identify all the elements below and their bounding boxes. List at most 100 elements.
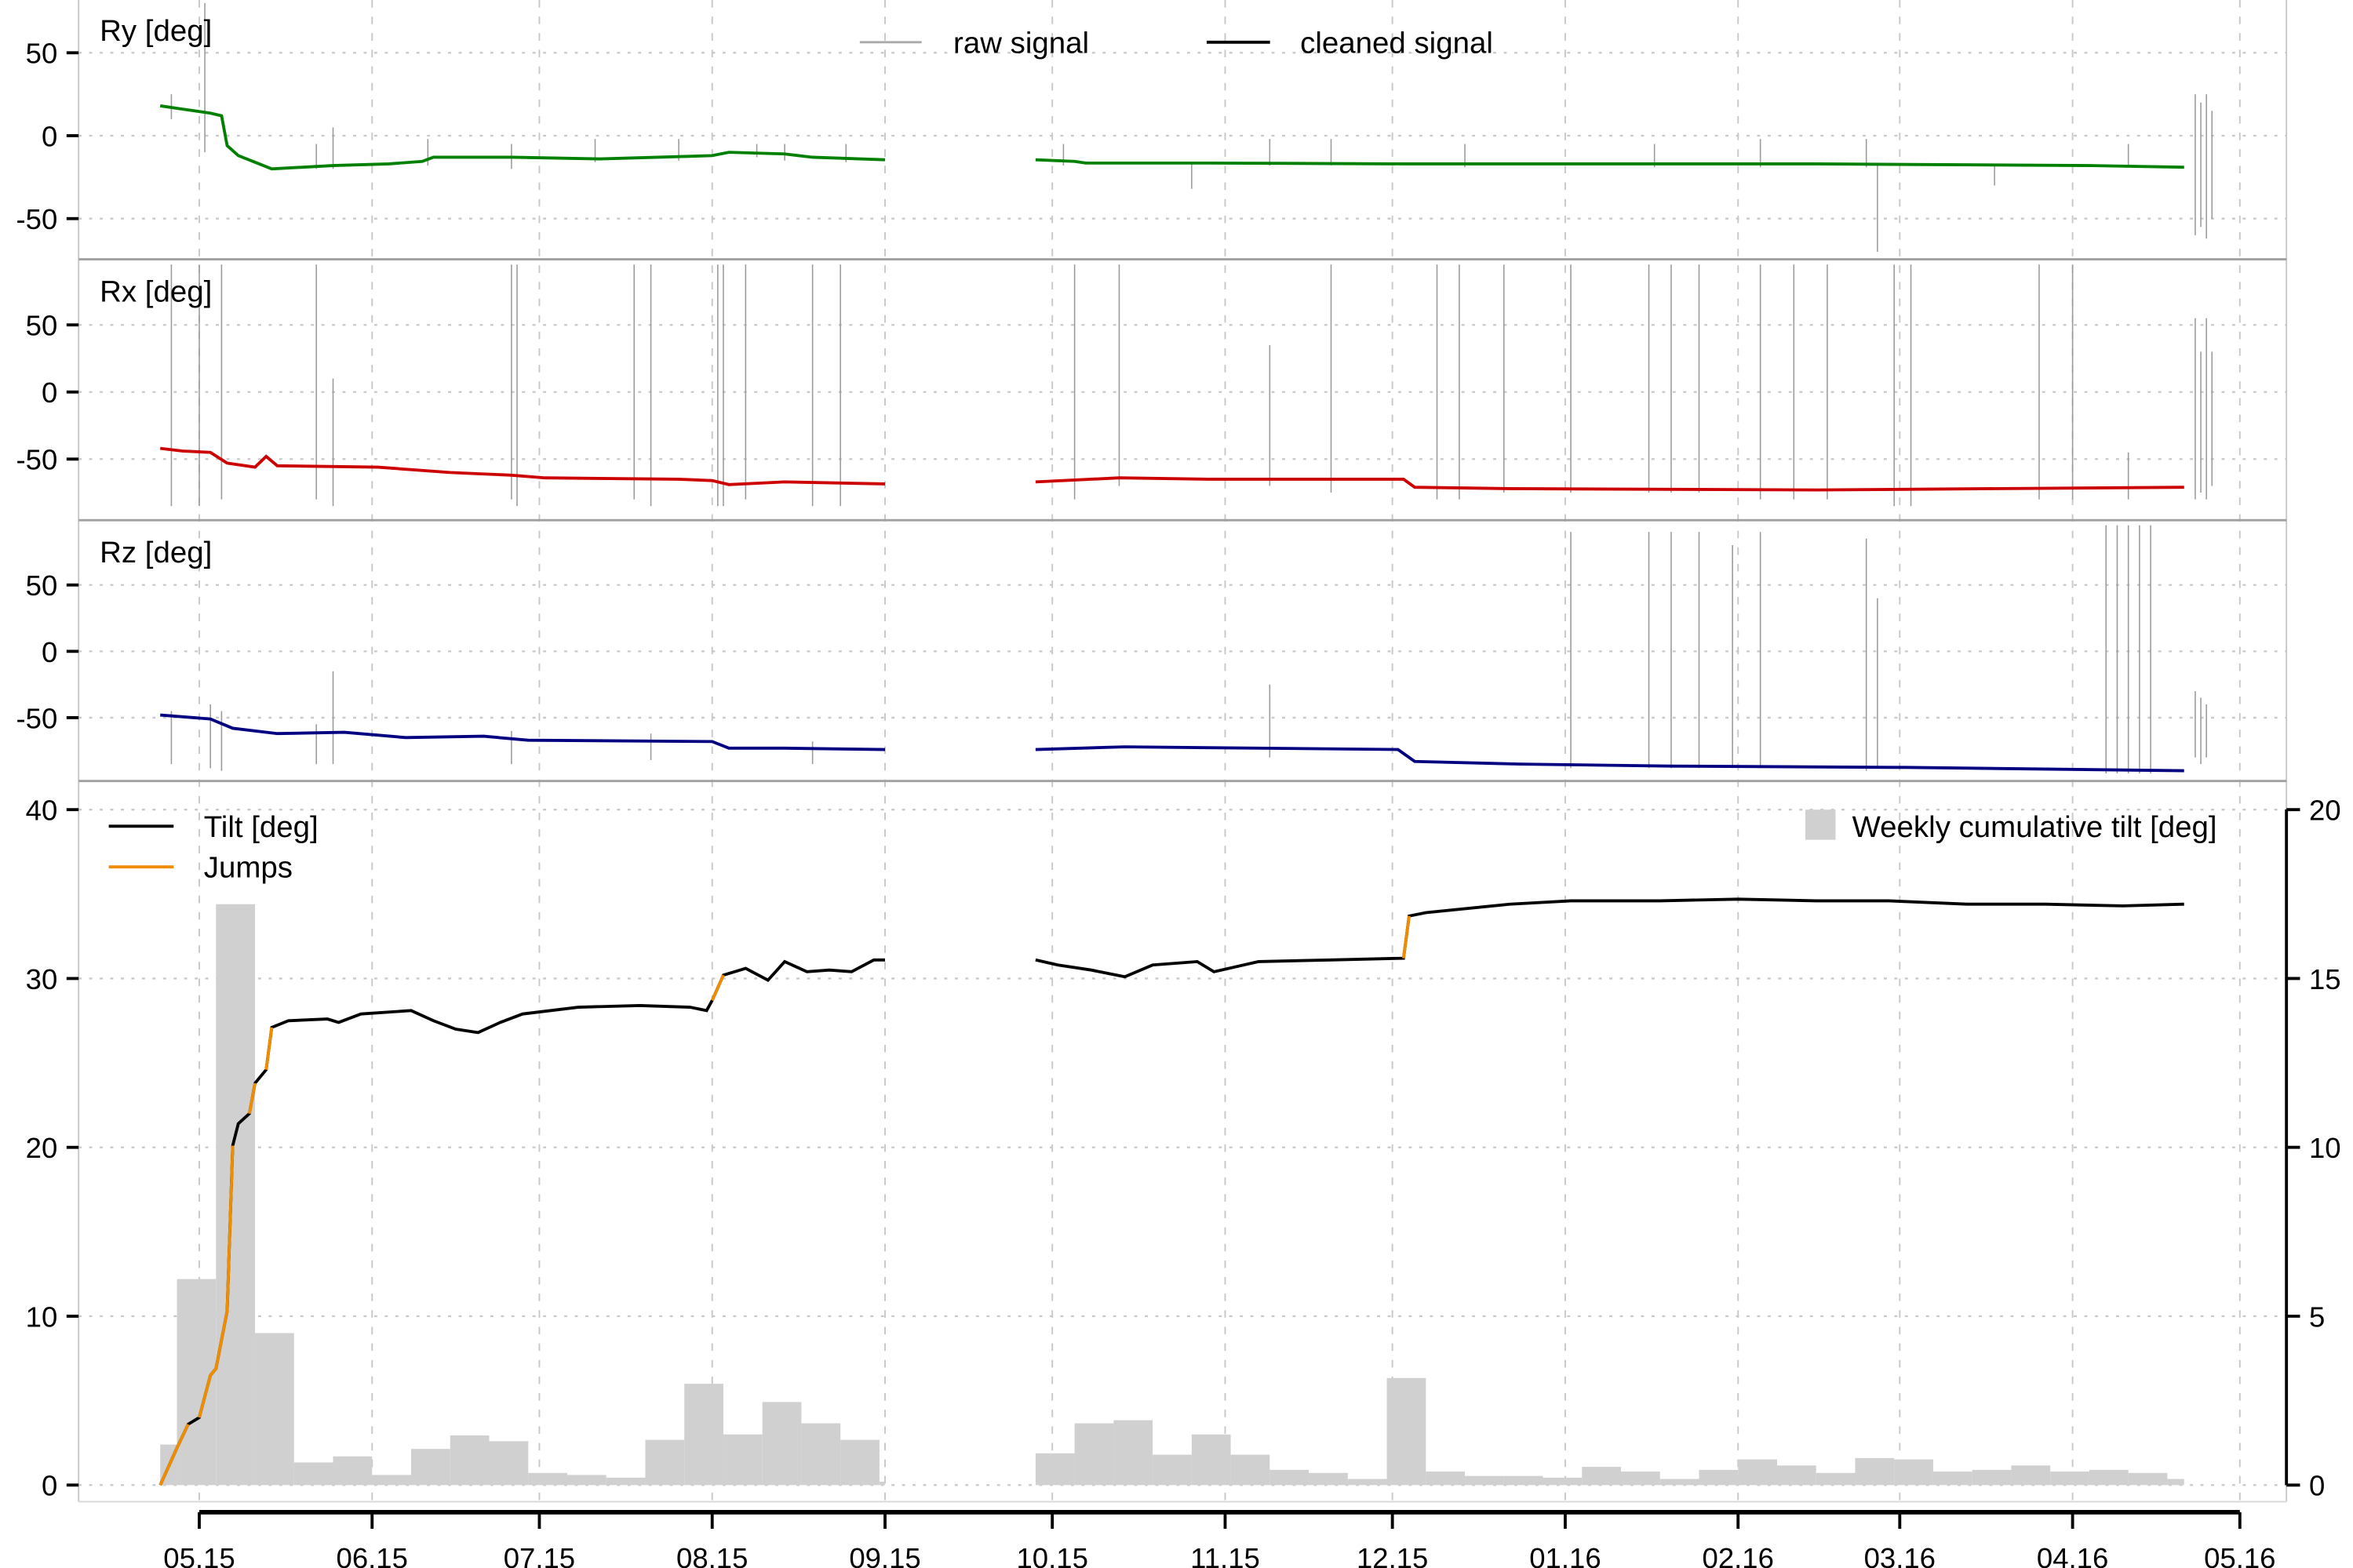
cleaned-signal-line [1035, 158, 2184, 169]
legend-raw-label: raw signal [953, 26, 1089, 60]
x-tick-label: 04.16 [2037, 1542, 2108, 1568]
weekly-bar [489, 1441, 529, 1486]
weekly-bar [684, 1384, 723, 1486]
weekly-bar [333, 1456, 373, 1486]
x-tick-label: 08.15 [676, 1542, 748, 1568]
weekly-bar [1347, 1479, 1387, 1486]
y-tick-label: 10 [26, 1301, 58, 1333]
weekly-bar [606, 1477, 646, 1486]
y-tick-label: 0 [42, 1470, 57, 1502]
x-tick-label: 10.15 [1017, 1542, 1088, 1568]
weekly-bar [528, 1472, 567, 1486]
y-tick-label: 0 [42, 377, 57, 409]
panel-title-rz: Rz [deg] [100, 536, 212, 569]
weekly-bar [762, 1402, 802, 1486]
legend-jumps-label: Jumps [204, 851, 293, 885]
weekly-bar [1699, 1469, 1739, 1486]
y2-tick-label: 5 [2309, 1301, 2325, 1333]
y-tick-label: 30 [26, 963, 58, 995]
grid [78, 0, 2287, 1502]
weekly-bar [1309, 1472, 1348, 1486]
weekly-bar [2089, 1469, 2129, 1486]
weekly-bar [840, 1439, 880, 1486]
x-tick-label: 06.15 [337, 1542, 408, 1568]
weekly-bar [566, 1475, 606, 1486]
weekly-bar [410, 1449, 450, 1486]
weekly-bar [2050, 1472, 2089, 1486]
weekly-bar [1035, 1453, 1075, 1486]
weekly-bar [1543, 1477, 1583, 1486]
weekly-bar [216, 904, 256, 1486]
weekly-bar [1932, 1472, 1972, 1486]
tilt-figure: 50 0 -50 50 0 -50 50 0 -50 0 10 20 30 40 0 5 10 15 20 05.15… [16, 0, 2341, 1568]
weekly-bar [1816, 1472, 1856, 1486]
x-tick-label: 01.16 [1529, 1542, 1601, 1568]
y2-tick-label: 15 [2309, 963, 2341, 995]
x-tick-label: 12.15 [1357, 1542, 1428, 1568]
axes: 50 0 -50 50 0 -50 50 0 -50 0 10 20 30 40 0 5 10 15 20 05.15… [16, 38, 2341, 1568]
cleaned-signal-line [159, 446, 886, 486]
weekly-bar [1738, 1459, 1777, 1486]
panel-1-marks [159, 264, 2213, 507]
x-tick-label: 03.16 [1864, 1542, 1936, 1568]
weekly-bar [2011, 1465, 2051, 1486]
legend-tilt-label: Tilt [deg] [204, 810, 319, 844]
weekly-bar [1503, 1475, 1543, 1486]
y-tick-label: 50 [26, 38, 58, 70]
x-tick-label: 05.15 [163, 1542, 235, 1568]
chart-marks [158, 2, 2213, 1486]
legend-bottom: Tilt [deg] Jumps Weekly cumulative tilt … [108, 809, 2217, 885]
weekly-bar [2128, 1472, 2168, 1486]
y-tick-label: -50 [16, 702, 58, 734]
weekly-bar [1269, 1469, 1309, 1486]
cleaned-signal-line [1035, 745, 2184, 773]
weekly-bar [1776, 1465, 1816, 1486]
weekly-bar [1465, 1475, 1504, 1486]
weekly-bar [1855, 1457, 1895, 1486]
weekly-bar [1191, 1434, 1231, 1486]
x-tick-label: 09.15 [849, 1542, 920, 1568]
cleaned-signal-line [1035, 476, 2184, 492]
weekly-bar [1972, 1469, 2012, 1486]
jump-line [264, 1027, 274, 1070]
panel-title-rx: Rx [deg] [100, 275, 212, 308]
y-tick-label: -50 [16, 203, 58, 235]
panel-title-ry: Ry [deg] [100, 14, 212, 48]
x-tick-label: 05.16 [2204, 1542, 2275, 1568]
x-tick-label: 07.15 [504, 1542, 575, 1568]
weekly-bar [255, 1333, 294, 1486]
cleaned-signal-line [159, 104, 886, 171]
y-tick-label: 50 [26, 310, 58, 342]
jump-line [1401, 915, 1411, 959]
tilt-line [1035, 897, 2184, 979]
x-tick-label: 02.16 [1703, 1542, 1774, 1568]
weekly-bar [293, 1462, 333, 1486]
weekly-bar [1074, 1423, 1114, 1486]
y2-tick-label: 20 [2309, 795, 2341, 827]
y2-tick-label: 10 [2309, 1132, 2341, 1164]
weekly-bar [1621, 1472, 1660, 1486]
weekly-bar [645, 1439, 685, 1486]
panel-frames [78, 0, 2288, 1503]
weekly-bar [1113, 1420, 1153, 1486]
weekly-bar [1426, 1472, 1466, 1486]
weekly-bar [723, 1434, 763, 1486]
legend-cleaned-label: cleaned signal [1300, 26, 1493, 60]
y-tick-label: 50 [26, 569, 58, 602]
legend-top: raw signal cleaned signal [859, 26, 1493, 60]
legend-weekly-swatch [1805, 809, 1836, 840]
weekly-bar [450, 1435, 490, 1486]
panel-0-marks [159, 2, 2213, 252]
y-tick-label: 40 [26, 795, 58, 827]
weekly-bar [1894, 1459, 1933, 1486]
weekly-bar [1230, 1454, 1270, 1486]
y2-tick-label: 0 [2309, 1470, 2325, 1502]
y-tick-label: 20 [26, 1132, 58, 1164]
y-tick-label: 0 [42, 120, 57, 152]
weekly-bar [1386, 1377, 1426, 1486]
weekly-bar [1659, 1479, 1699, 1486]
panel-3-marks [158, 897, 2184, 1486]
x-tick-label: 11.15 [1190, 1542, 1260, 1568]
weekly-bar [1153, 1454, 1192, 1486]
cleaned-signal-line [160, 713, 886, 751]
